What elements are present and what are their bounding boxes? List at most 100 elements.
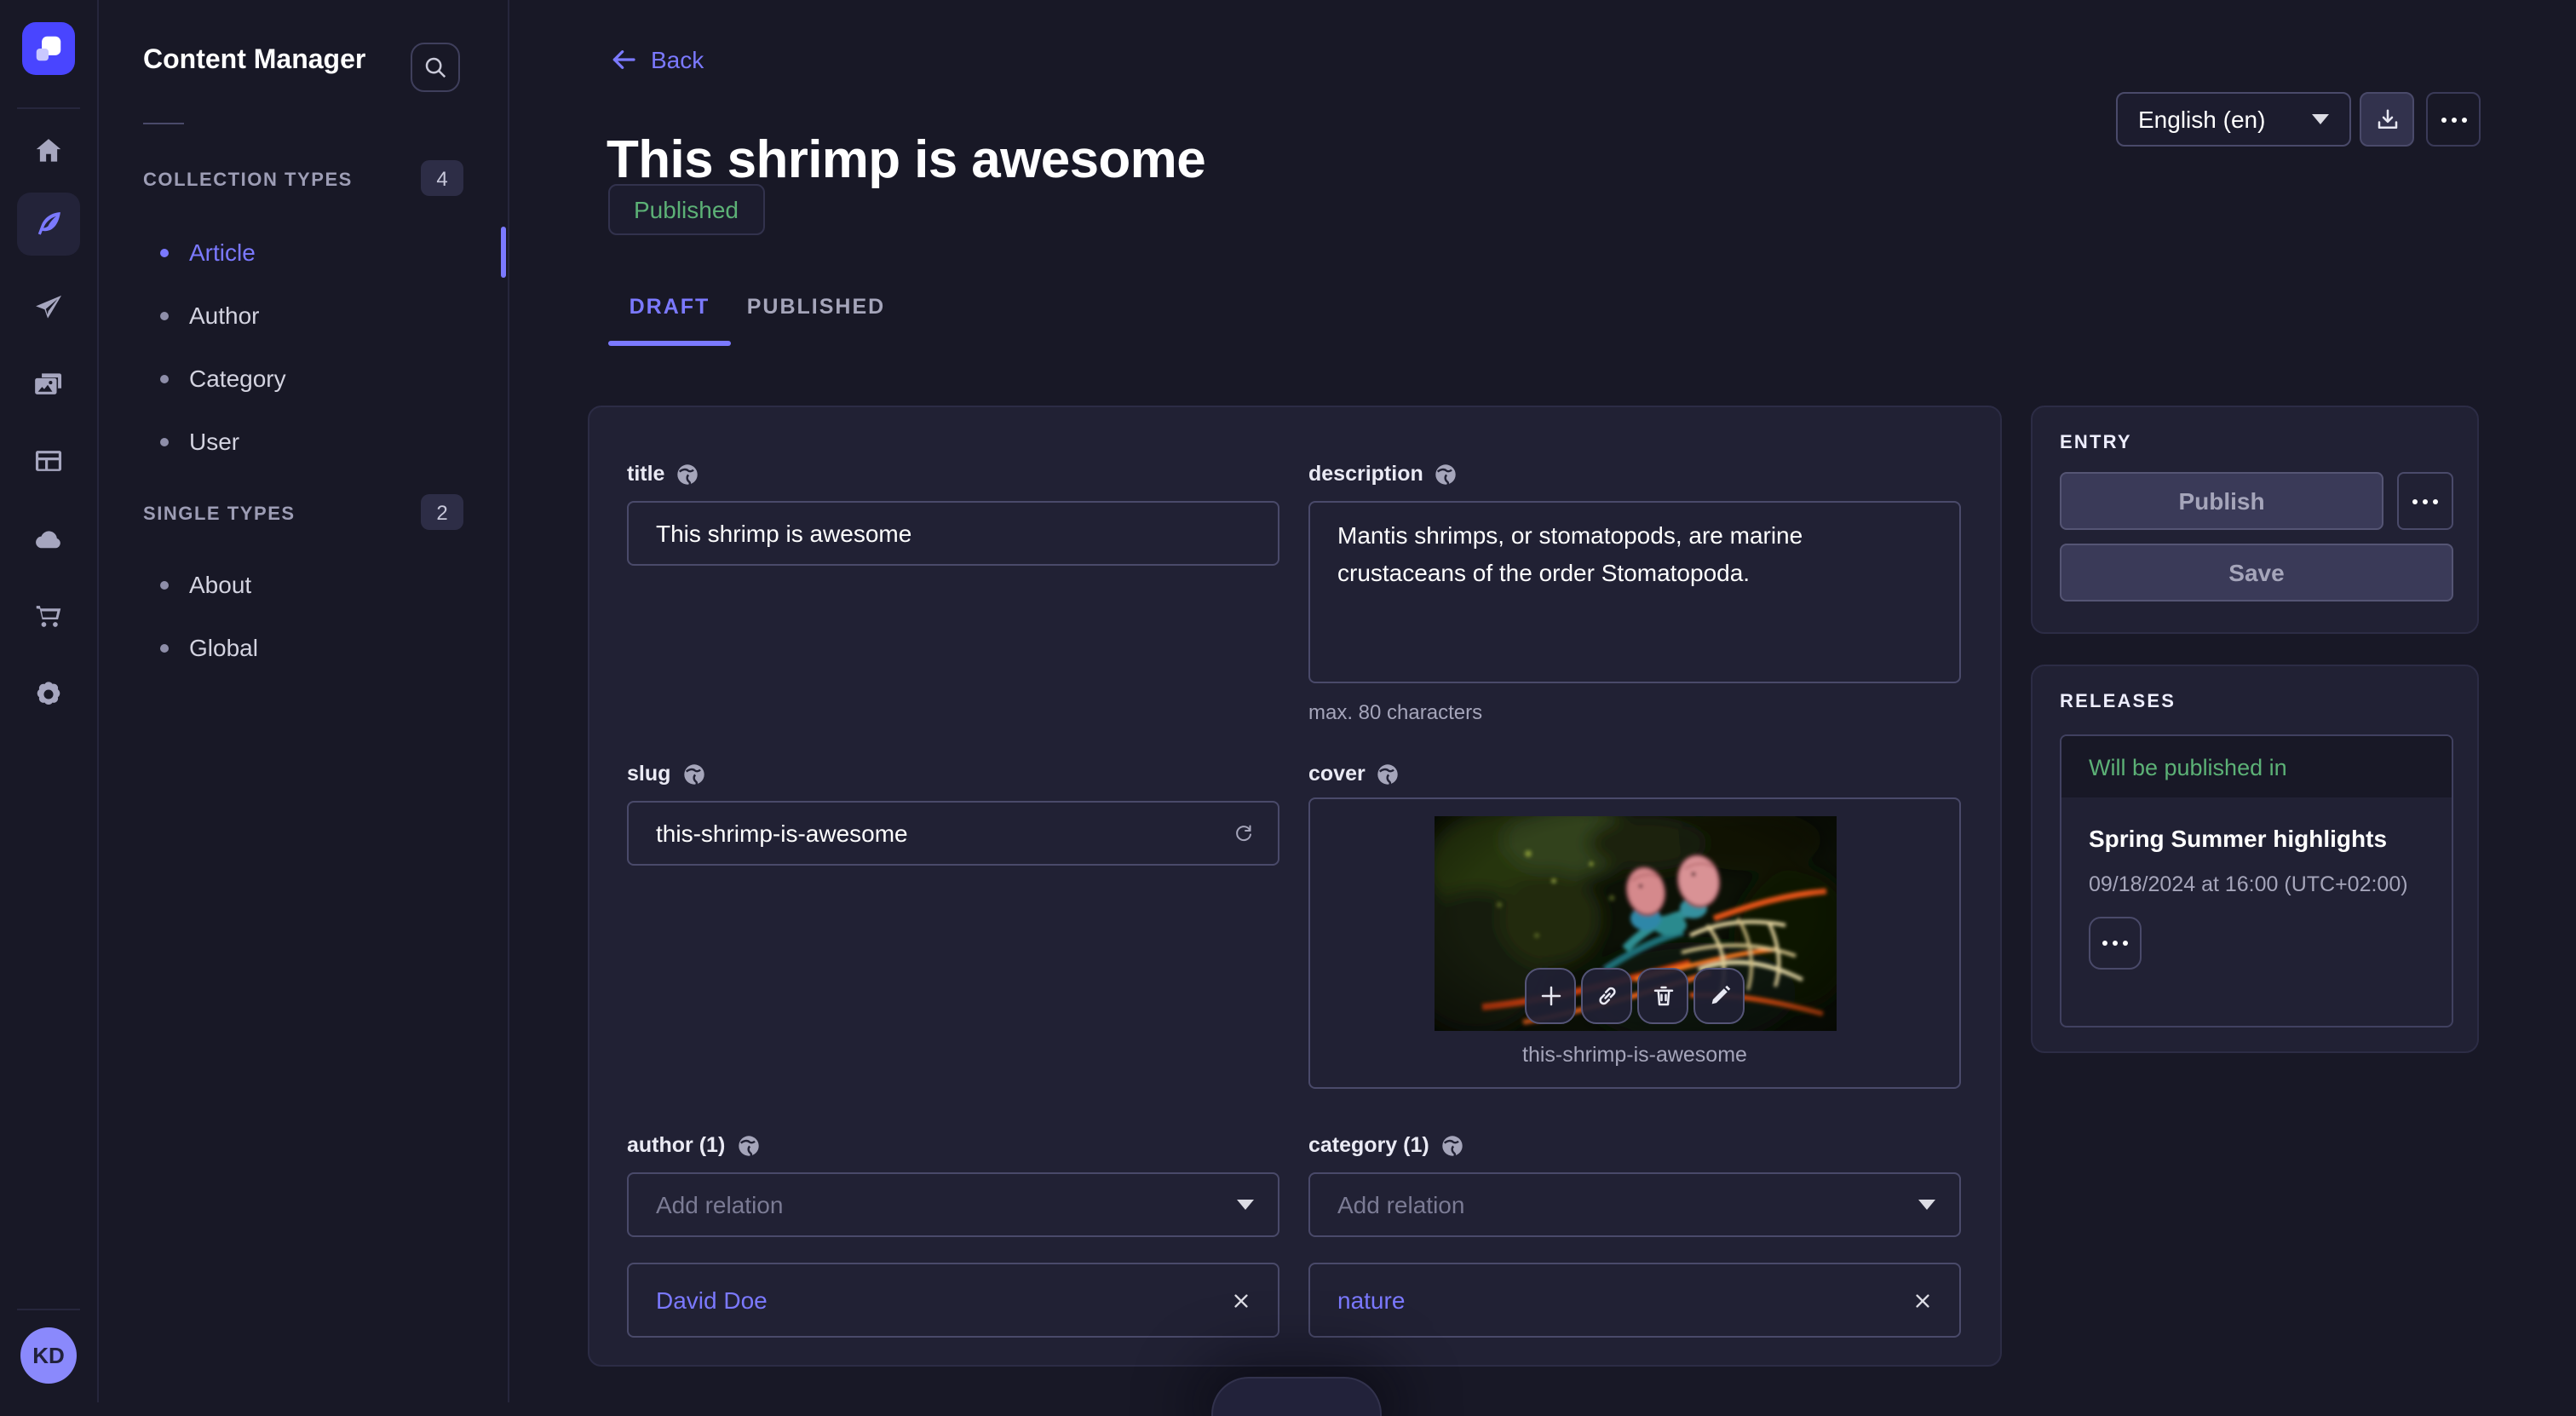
refresh-icon bbox=[1233, 820, 1254, 847]
cloud-icon bbox=[32, 523, 65, 555]
icon-rail: KD bbox=[0, 0, 99, 1402]
sidebar-marketplace-button[interactable] bbox=[17, 584, 80, 648]
bullet-icon bbox=[160, 437, 169, 446]
globe-icon bbox=[1441, 1134, 1463, 1156]
home-icon bbox=[32, 135, 65, 167]
sidebar-item-user[interactable]: User bbox=[143, 421, 484, 462]
entry-more-button[interactable] bbox=[2397, 472, 2453, 530]
media-library-icon bbox=[32, 368, 65, 400]
feather-icon bbox=[32, 208, 65, 240]
release-date: 09/18/2024 at 16:00 (UTC+02:00) bbox=[2089, 872, 2408, 896]
rail-divider bbox=[17, 107, 80, 109]
release-more-button[interactable] bbox=[2089, 917, 2142, 970]
link-icon bbox=[1594, 983, 1619, 1009]
close-icon bbox=[1913, 1291, 1932, 1310]
strapi-logo[interactable] bbox=[22, 22, 75, 75]
sidebar-item-global[interactable]: Global bbox=[143, 627, 484, 668]
sidebar-item-author[interactable]: Author bbox=[143, 295, 484, 336]
remove-author-relation-button[interactable] bbox=[1228, 1287, 1254, 1313]
releases-heading: RELEASES bbox=[2060, 692, 2176, 712]
sidebar-media-library-button[interactable] bbox=[17, 353, 80, 416]
single-types-heading: SINGLE TYPES bbox=[143, 504, 296, 525]
cover-caption: this-shrimp-is-awesome bbox=[1310, 1043, 1959, 1067]
remove-category-relation-button[interactable] bbox=[1910, 1287, 1935, 1313]
author-field-label: author (1) bbox=[627, 1133, 759, 1157]
collection-types-count-badge: 4 bbox=[421, 160, 463, 196]
content-manager-subnav: Content Manager COLLECTION TYPES 4 Artic… bbox=[99, 0, 509, 1402]
avatar[interactable]: KD bbox=[20, 1327, 77, 1384]
sidebar-cloud-button[interactable] bbox=[17, 508, 80, 571]
active-item-indicator bbox=[501, 227, 506, 278]
single-types-count-badge: 2 bbox=[421, 494, 463, 530]
chevron-down-icon bbox=[1918, 1200, 1935, 1210]
nav-item-label: Category bbox=[189, 365, 286, 392]
save-button[interactable]: Save bbox=[2060, 544, 2453, 602]
title-input[interactable] bbox=[627, 501, 1279, 566]
releases-panel: RELEASES Will be published in Spring Sum… bbox=[2031, 665, 2479, 1053]
add-media-button[interactable] bbox=[1525, 968, 1576, 1024]
release-card: Will be published in Spring Summer highl… bbox=[2060, 734, 2453, 1027]
sidebar-item-article[interactable]: Article bbox=[143, 232, 484, 273]
chevron-down-icon bbox=[1237, 1200, 1254, 1210]
bullet-icon bbox=[160, 311, 169, 319]
regenerate-slug-button[interactable] bbox=[1223, 813, 1264, 854]
gear-icon bbox=[32, 678, 65, 711]
field-label-text: description bbox=[1308, 462, 1423, 486]
title-field-label: title bbox=[627, 462, 699, 486]
slug-field bbox=[627, 801, 1279, 866]
edit-media-button[interactable] bbox=[1693, 968, 1745, 1024]
floating-actions-pill[interactable] bbox=[1211, 1377, 1382, 1416]
status-badge: Published bbox=[608, 184, 764, 235]
layout-icon bbox=[32, 445, 65, 477]
sidebar-item-about[interactable]: About bbox=[143, 564, 484, 605]
description-textarea[interactable]: Mantis shrimps, or stomatopods, are mari… bbox=[1308, 501, 1961, 683]
tab-published[interactable]: PUBLISHED bbox=[731, 290, 901, 324]
category-relation-link[interactable]: nature bbox=[1337, 1286, 1405, 1314]
bullet-icon bbox=[160, 248, 169, 256]
field-label-text: slug bbox=[627, 762, 670, 786]
collection-types-heading: COLLECTION TYPES bbox=[143, 170, 353, 191]
bullet-icon bbox=[160, 580, 169, 589]
field-label-text: cover bbox=[1308, 762, 1366, 786]
subnav-title: Content Manager bbox=[143, 46, 365, 77]
category-relation-select[interactable]: Add relation bbox=[1308, 1172, 1961, 1237]
nav-item-label: Global bbox=[189, 634, 258, 661]
slug-input[interactable] bbox=[627, 801, 1279, 866]
tab-draft[interactable]: DRAFT bbox=[608, 290, 731, 324]
rail-bottom-divider bbox=[17, 1309, 80, 1310]
export-button[interactable] bbox=[2360, 92, 2414, 147]
locale-value: English (en) bbox=[2138, 106, 2265, 133]
field-label-text: category (1) bbox=[1308, 1133, 1429, 1157]
ellipsis-icon bbox=[2102, 941, 2128, 946]
sidebar-item-category[interactable]: Category bbox=[143, 358, 484, 399]
delete-media-button[interactable] bbox=[1637, 968, 1688, 1024]
search-button[interactable] bbox=[411, 43, 460, 92]
download-icon bbox=[2374, 106, 2400, 132]
nav-item-label: About bbox=[189, 571, 251, 598]
edit-form-card: title description Mantis shrimps, or sto… bbox=[588, 406, 2002, 1367]
sidebar-content-type-builder-button[interactable] bbox=[17, 429, 80, 492]
sidebar-home-button[interactable] bbox=[17, 119, 80, 182]
globe-icon bbox=[737, 1134, 759, 1156]
strapi-admin: KD Content Manager COLLECTION TYPES 4 Ar… bbox=[0, 0, 2576, 1402]
more-actions-button[interactable] bbox=[2426, 92, 2481, 147]
trash-icon bbox=[1650, 983, 1676, 1009]
sidebar-content-manager-button[interactable] bbox=[17, 193, 80, 256]
release-status-text: Will be published in bbox=[2089, 754, 2287, 780]
sidebar-settings-button[interactable] bbox=[17, 663, 80, 726]
copy-link-button[interactable] bbox=[1581, 968, 1632, 1024]
author-relation-select[interactable]: Add relation bbox=[627, 1172, 1279, 1237]
release-status-header: Will be published in bbox=[2061, 736, 2452, 797]
author-relation-link[interactable]: David Doe bbox=[656, 1286, 768, 1314]
sidebar-deploy-button[interactable] bbox=[17, 276, 80, 339]
publish-button[interactable]: Publish bbox=[2060, 472, 2383, 530]
back-link[interactable]: Back bbox=[610, 46, 704, 73]
subnav-divider bbox=[143, 123, 184, 124]
globe-icon bbox=[1435, 463, 1458, 485]
nav-item-label: User bbox=[189, 428, 239, 455]
ellipsis-icon bbox=[2412, 498, 2438, 504]
author-relation-item: David Doe bbox=[627, 1263, 1279, 1338]
locale-select[interactable]: English (en) bbox=[2116, 92, 2351, 147]
strapi-logo-icon bbox=[32, 32, 65, 65]
globe-icon bbox=[676, 463, 699, 485]
